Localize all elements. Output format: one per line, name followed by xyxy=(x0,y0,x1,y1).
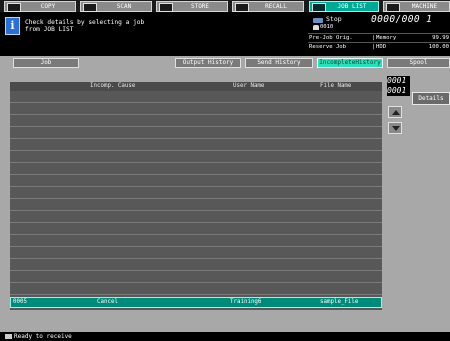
tab-recall-label: RECALL xyxy=(265,3,287,10)
table-row[interactable] xyxy=(10,140,382,151)
tab-copy[interactable]: COPY xyxy=(4,1,76,12)
hdd-value: 100.00 xyxy=(428,44,449,50)
table-row[interactable] xyxy=(10,224,382,235)
arrow-up-icon xyxy=(392,110,400,115)
tab-store-label: STORE xyxy=(190,3,210,10)
file-name-cell: sample_File xyxy=(320,299,359,305)
tab-machine[interactable]: MACHINE xyxy=(383,1,450,12)
user-count: 0010 xyxy=(320,24,334,30)
tab-scan[interactable]: SCAN xyxy=(80,1,152,12)
column-user-name: User Name xyxy=(233,83,265,89)
tab-store[interactable]: STORE xyxy=(156,1,228,12)
table-row[interactable] xyxy=(10,128,382,139)
table-row[interactable] xyxy=(10,164,382,175)
machine-status: Ready to receive xyxy=(14,333,72,340)
tab-machine-label: MACHINE xyxy=(411,3,438,10)
job-id: 0005 xyxy=(13,299,27,305)
table-row[interactable] xyxy=(10,188,382,199)
user-name-cell: Training6 xyxy=(230,299,262,305)
scroll-down-button[interactable] xyxy=(388,122,402,134)
copy-icon xyxy=(7,3,21,12)
table-row[interactable] xyxy=(10,116,382,127)
table-row[interactable] xyxy=(10,92,382,103)
total-pages: 0001 xyxy=(387,86,410,96)
machine-state: Stop xyxy=(326,15,342,23)
subtab-spool[interactable]: Spool xyxy=(387,58,450,68)
subtab-incomplete-history[interactable]: IncompleteHistory xyxy=(317,58,383,68)
table-row[interactable] xyxy=(10,284,382,295)
job-list-icon xyxy=(312,3,326,12)
table-row[interactable] xyxy=(10,104,382,115)
table-row[interactable] xyxy=(10,248,382,259)
memory-value: 99.99 xyxy=(432,35,449,41)
table-row-selected[interactable]: 0005 Cancel Training6 sample_File xyxy=(10,297,382,308)
column-file-name: File Name xyxy=(320,83,352,89)
hdd-label: HDD xyxy=(376,44,387,50)
status-row-pre-job: Pre-Job Orig. | Memory 99.99 xyxy=(308,33,450,41)
table-row[interactable] xyxy=(10,272,382,283)
printer-icon xyxy=(5,334,12,339)
current-page: 0001 xyxy=(387,76,410,86)
tab-job-list[interactable]: JOB LIST xyxy=(309,1,379,12)
incomp-cause-cell: Cancel xyxy=(97,299,118,305)
table-row[interactable] xyxy=(10,236,382,247)
table-row[interactable] xyxy=(10,176,382,187)
stop-icon xyxy=(313,18,323,23)
table-row[interactable] xyxy=(10,260,382,271)
arrow-down-icon xyxy=(392,126,400,131)
table-row[interactable] xyxy=(10,200,382,211)
tab-recall[interactable]: RECALL xyxy=(232,1,304,12)
scroll-up-button[interactable] xyxy=(388,106,402,118)
column-incomp-cause: Incomp. Cause xyxy=(90,83,136,89)
reserve-job-label: Reserve Job xyxy=(309,44,347,50)
machine-icon xyxy=(386,3,400,12)
subtab-job[interactable]: Job xyxy=(13,58,79,68)
subtab-send-history[interactable]: Send History xyxy=(245,58,313,68)
guidance-message: Check details by selecting a job from JO… xyxy=(25,19,145,33)
table-row[interactable] xyxy=(10,212,382,223)
table-row[interactable] xyxy=(10,152,382,163)
pre-job-label: Pre-Job Orig. xyxy=(309,35,353,41)
status-row-reserve: Reserve Job | HDD 100.00 xyxy=(308,42,450,50)
info-icon: i xyxy=(5,17,20,35)
store-icon xyxy=(159,3,173,12)
job-counter: 0000/000 1 xyxy=(371,14,433,25)
tab-copy-label: COPY xyxy=(40,3,56,10)
list-header: Incomp. Cause User Name File Name xyxy=(10,82,382,91)
tab-job-list-label: JOB LIST xyxy=(337,3,367,10)
scan-icon xyxy=(83,3,97,12)
subtab-output-history[interactable]: Output History xyxy=(175,58,241,68)
tab-scan-label: SCAN xyxy=(116,3,132,10)
user-icon xyxy=(313,25,319,30)
details-button[interactable]: Details xyxy=(412,92,450,105)
recall-icon xyxy=(235,3,249,12)
memory-label: Memory xyxy=(376,35,397,41)
